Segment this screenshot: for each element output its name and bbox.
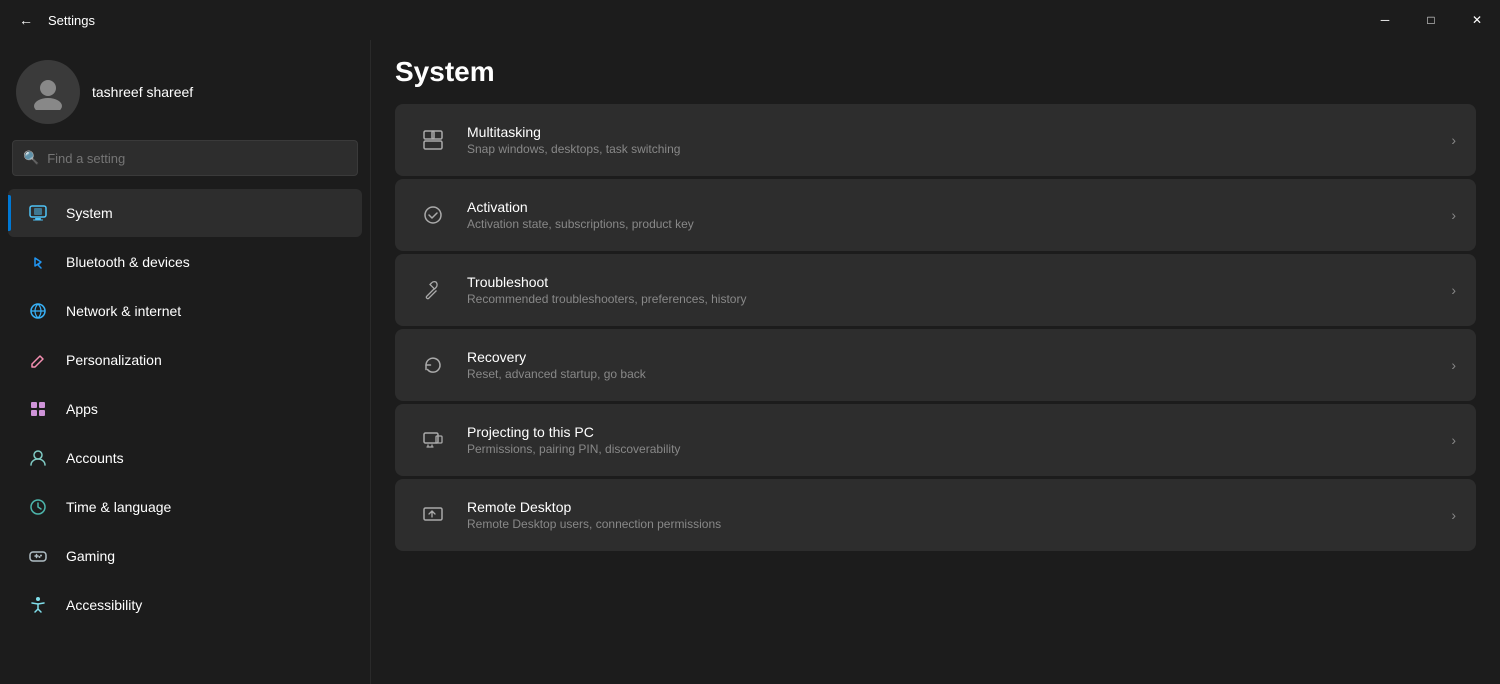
system-icon — [24, 199, 52, 227]
close-button[interactable]: ✕ — [1454, 0, 1500, 40]
remote-desktop-icon — [415, 497, 451, 533]
time-icon — [24, 493, 52, 521]
sidebar-item-label-personalization: Personalization — [66, 352, 162, 368]
sidebar-item-label-bluetooth: Bluetooth & devices — [66, 254, 190, 270]
apps-icon — [24, 395, 52, 423]
avatar — [16, 60, 80, 124]
accessibility-icon — [24, 591, 52, 619]
search-icon: 🔍 — [23, 150, 39, 166]
gaming-icon — [24, 542, 52, 570]
page-title: System — [395, 40, 1476, 104]
settings-item-projecting[interactable]: Projecting to this PC Permissions, pairi… — [395, 404, 1476, 476]
troubleshoot-title: Troubleshoot — [467, 274, 1451, 290]
multitasking-arrow: › — [1451, 132, 1456, 148]
username: tashreef shareef — [92, 84, 193, 100]
projecting-desc: Permissions, pairing PIN, discoverabilit… — [467, 442, 1451, 456]
settings-item-recovery[interactable]: Recovery Reset, advanced startup, go bac… — [395, 329, 1476, 401]
sidebar-item-label-accounts: Accounts — [66, 450, 124, 466]
sidebar-item-label-gaming: Gaming — [66, 548, 115, 564]
troubleshoot-icon — [415, 272, 451, 308]
content-area: System Multitasking Snap windows, deskto… — [371, 40, 1500, 684]
remote-desktop-text: Remote Desktop Remote Desktop users, con… — [467, 499, 1451, 531]
sidebar-item-personalization[interactable]: Personalization — [8, 336, 362, 384]
main-layout: tashreef shareef 🔍 System Bluetooth & de… — [0, 40, 1500, 684]
sidebar-item-network[interactable]: Network & internet — [8, 287, 362, 335]
activation-arrow: › — [1451, 207, 1456, 223]
sidebar-item-apps[interactable]: Apps — [8, 385, 362, 433]
activation-text: Activation Activation state, subscriptio… — [467, 199, 1451, 231]
back-icon: ← — [19, 12, 33, 28]
remote-desktop-desc: Remote Desktop users, connection permiss… — [467, 517, 1451, 531]
recovery-icon — [415, 347, 451, 383]
window-controls: ─ □ ✕ — [1362, 0, 1500, 40]
recovery-desc: Reset, advanced startup, go back — [467, 367, 1451, 381]
user-profile[interactable]: tashreef shareef — [0, 40, 370, 140]
remote-desktop-arrow: › — [1451, 507, 1456, 523]
sidebar-item-gaming[interactable]: Gaming — [8, 532, 362, 580]
projecting-icon — [415, 422, 451, 458]
activation-desc: Activation state, subscriptions, product… — [467, 217, 1451, 231]
sidebar-item-system[interactable]: System — [8, 189, 362, 237]
search-container: 🔍 — [0, 140, 370, 188]
multitasking-text: Multitasking Snap windows, desktops, tas… — [467, 124, 1451, 156]
app-title: Settings — [48, 13, 95, 28]
personalization-icon — [24, 346, 52, 374]
remote-desktop-title: Remote Desktop — [467, 499, 1451, 515]
sidebar-item-label-apps: Apps — [66, 401, 98, 417]
recovery-arrow: › — [1451, 357, 1456, 373]
settings-item-remote-desktop[interactable]: Remote Desktop Remote Desktop users, con… — [395, 479, 1476, 551]
recovery-text: Recovery Reset, advanced startup, go bac… — [467, 349, 1451, 381]
settings-item-multitasking[interactable]: Multitasking Snap windows, desktops, tas… — [395, 104, 1476, 176]
sidebar-item-label-time: Time & language — [66, 499, 171, 515]
troubleshoot-text: Troubleshoot Recommended troubleshooters… — [467, 274, 1451, 306]
titlebar: ← Settings ─ □ ✕ — [0, 0, 1500, 40]
troubleshoot-desc: Recommended troubleshooters, preferences… — [467, 292, 1451, 306]
sidebar-item-time[interactable]: Time & language — [8, 483, 362, 531]
multitasking-icon — [415, 122, 451, 158]
multitasking-title: Multitasking — [467, 124, 1451, 140]
back-button[interactable]: ← — [12, 6, 40, 34]
sidebar-item-label-accessibility: Accessibility — [66, 597, 142, 613]
network-icon — [24, 297, 52, 325]
maximize-button[interactable]: □ — [1408, 0, 1454, 40]
search-input[interactable] — [47, 151, 347, 166]
sidebar-item-bluetooth[interactable]: Bluetooth & devices — [8, 238, 362, 286]
activation-icon — [415, 197, 451, 233]
sidebar-item-accounts[interactable]: Accounts — [8, 434, 362, 482]
settings-list: Multitasking Snap windows, desktops, tas… — [395, 104, 1476, 551]
recovery-title: Recovery — [467, 349, 1451, 365]
sidebar-item-label-network: Network & internet — [66, 303, 181, 319]
minimize-button[interactable]: ─ — [1362, 0, 1408, 40]
projecting-arrow: › — [1451, 432, 1456, 448]
nav-list: System Bluetooth & devices Network & int… — [0, 188, 370, 630]
settings-item-activation[interactable]: Activation Activation state, subscriptio… — [395, 179, 1476, 251]
projecting-text: Projecting to this PC Permissions, pairi… — [467, 424, 1451, 456]
settings-item-troubleshoot[interactable]: Troubleshoot Recommended troubleshooters… — [395, 254, 1476, 326]
sidebar: tashreef shareef 🔍 System Bluetooth & de… — [0, 40, 370, 684]
sidebar-item-label-system: System — [66, 205, 113, 221]
projecting-title: Projecting to this PC — [467, 424, 1451, 440]
sidebar-item-accessibility[interactable]: Accessibility — [8, 581, 362, 629]
search-box[interactable]: 🔍 — [12, 140, 358, 176]
activation-title: Activation — [467, 199, 1451, 215]
troubleshoot-arrow: › — [1451, 282, 1456, 298]
multitasking-desc: Snap windows, desktops, task switching — [467, 142, 1451, 156]
bluetooth-icon — [24, 248, 52, 276]
accounts-icon — [24, 444, 52, 472]
